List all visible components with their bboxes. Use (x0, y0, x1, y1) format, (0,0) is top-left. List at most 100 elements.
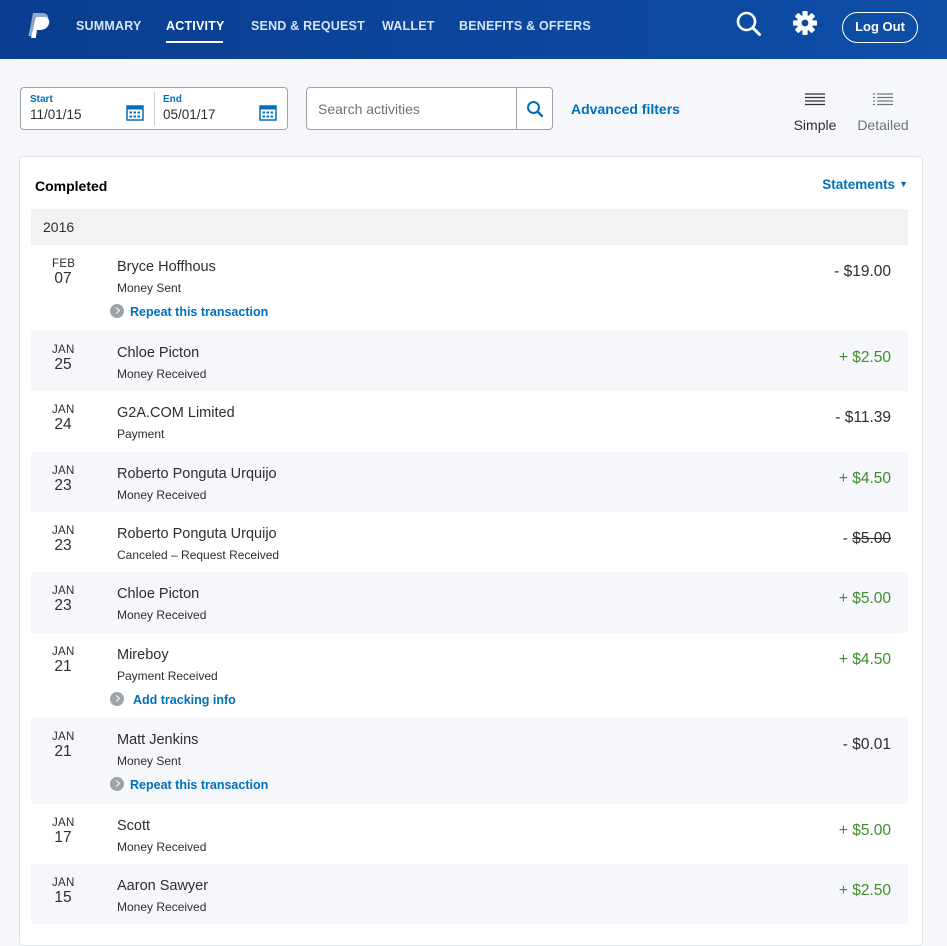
transaction-name: Chloe Picton (117, 586, 200, 602)
transaction-month: JAN (52, 646, 75, 658)
view-detailed-label: Detailed (857, 117, 909, 133)
transaction-type: Money Received (117, 840, 207, 854)
transaction-day: 23 (54, 477, 72, 494)
paypal-logo[interactable] (26, 12, 50, 40)
transaction-day: 21 (54, 658, 72, 675)
chevron-right-icon (110, 777, 124, 791)
transaction-day: 07 (54, 270, 72, 287)
transaction-amount: - $11.39 (835, 409, 891, 426)
transaction-type: Money Received (117, 900, 207, 914)
transaction-amount: + $5.00 (838, 590, 891, 607)
transaction-type: Money Sent (117, 754, 182, 768)
transaction-row[interactable]: JAN 21 Matt Jenkins Money Sent - $0.01 R… (31, 718, 908, 804)
transaction-type: Money Received (117, 488, 207, 502)
activity-card: Completed Statements ▼ 2016 FEB 07 Bryce … (19, 156, 923, 946)
transaction-month: JAN (52, 465, 75, 477)
view-simple-toggle[interactable]: Simple (792, 92, 838, 133)
statements-label: Statements (822, 177, 896, 192)
start-date-label: Start (30, 94, 53, 105)
list-icon (805, 93, 825, 106)
transaction-type: Money Received (117, 367, 207, 381)
transaction-type: Money Received (117, 608, 207, 622)
top-nav-bar: SUMMARY ACTIVITY SEND & REQUEST WALLET B… (0, 0, 947, 59)
transaction-name: Chloe Picton (117, 345, 200, 361)
action-label: Add tracking info (133, 693, 236, 707)
search-icon (527, 101, 544, 118)
transaction-day: 17 (54, 829, 72, 846)
transaction-row[interactable]: JAN 25 Chloe Picton Money Received + $2.… (31, 331, 908, 391)
repeat-transaction-link[interactable]: Repeat this transaction (110, 777, 268, 792)
nav-active-indicator (166, 41, 223, 43)
transaction-row[interactable]: JAN 15 Aaron Sawyer Money Received + $2.… (31, 864, 908, 924)
nav-wallet[interactable]: WALLET (382, 19, 435, 33)
transaction-day: 24 (54, 416, 72, 433)
transaction-month: JAN (52, 585, 75, 597)
transaction-amount: - $0.01 (842, 736, 891, 753)
statements-dropdown[interactable]: Statements ▼ (822, 177, 908, 192)
advanced-filters-link[interactable]: Advanced filters (571, 101, 680, 117)
nav-benefits-offers[interactable]: BENEFITS & OFFERS (459, 19, 591, 33)
repeat-transaction-link[interactable]: Repeat this transaction (110, 304, 268, 319)
transaction-amount: + $4.50 (838, 651, 891, 668)
transaction-name: Mireboy (117, 647, 169, 663)
search-button[interactable] (516, 88, 553, 129)
search-activities (306, 87, 553, 130)
transaction-day: 15 (54, 889, 72, 906)
end-date-field[interactable]: 05/01/17 (163, 107, 216, 122)
transaction-name: Roberto Ponguta Urquijo (117, 466, 277, 482)
transaction-name: Matt Jenkins (117, 732, 199, 748)
calendar-icon[interactable] (126, 104, 144, 121)
search-input[interactable] (307, 88, 516, 129)
transaction-name: Roberto Ponguta Urquijo (117, 526, 277, 542)
transaction-month: JAN (52, 817, 75, 829)
transaction-day: 23 (54, 537, 72, 554)
transaction-amount: - $19.00 (834, 263, 891, 280)
transaction-row[interactable]: JAN 23 Chloe Picton Money Received + $5.… (31, 572, 908, 633)
logout-button[interactable]: Log Out (842, 12, 918, 43)
date-range-picker: Start 11/01/15 End 05/01/17 (20, 87, 288, 130)
year-header: 2016 (31, 209, 908, 245)
nav-summary[interactable]: SUMMARY (76, 19, 142, 33)
date-divider (154, 92, 155, 126)
transaction-row[interactable]: JAN 24 G2A.COM Limited Payment - $11.39 (31, 391, 908, 452)
transaction-month: JAN (52, 731, 75, 743)
search-icon[interactable] (734, 9, 764, 39)
transaction-month: JAN (52, 404, 75, 416)
transaction-row[interactable]: JAN 17 Scott Money Received + $5.00 (31, 804, 908, 864)
transaction-month: JAN (52, 344, 75, 356)
calendar-icon[interactable] (259, 104, 277, 121)
transaction-name: Scott (117, 818, 151, 834)
chevron-right-icon (110, 692, 124, 706)
caret-down-icon: ▼ (899, 179, 908, 189)
detailed-list-icon (873, 93, 893, 106)
nav-activity[interactable]: ACTIVITY (166, 19, 225, 33)
transaction-type: Money Sent (117, 281, 182, 295)
add-tracking-link[interactable]: Add tracking info (110, 692, 236, 707)
transaction-name: Aaron Sawyer (117, 878, 209, 894)
gear-icon[interactable] (790, 9, 820, 39)
transaction-amount: - $5.00 (843, 530, 891, 548)
transaction-row[interactable]: JAN 23 Roberto Ponguta Urquijo Canceled … (31, 512, 908, 572)
transaction-day: 25 (54, 356, 72, 373)
view-simple-label: Simple (793, 117, 837, 133)
transaction-name: Bryce Hoffhous (117, 259, 216, 275)
nav-send-request[interactable]: SEND & REQUEST (251, 19, 365, 33)
transaction-type: Payment Received (117, 669, 218, 683)
action-label: Repeat this transaction (130, 305, 269, 319)
section-heading: Completed (35, 178, 108, 194)
transaction-day: 23 (54, 597, 72, 614)
start-date-field[interactable]: 11/01/15 (30, 107, 82, 122)
amount-sign: - (842, 530, 853, 547)
view-detailed-toggle[interactable]: Detailed (855, 92, 911, 133)
transaction-month: FEB (52, 258, 76, 270)
transaction-row[interactable]: JAN 23 Roberto Ponguta Urquijo Money Rec… (31, 452, 908, 512)
action-label: Repeat this transaction (130, 778, 269, 792)
year-label: 2016 (43, 219, 75, 235)
transaction-row[interactable]: FEB 07 Bryce Hoffhous Money Sent - $19.0… (31, 245, 908, 331)
transaction-type: Canceled – Request Received (117, 548, 280, 562)
transaction-type: Payment (117, 427, 165, 441)
transaction-amount: + $2.50 (838, 882, 891, 899)
transaction-row[interactable]: JAN 21 Mireboy Payment Received + $4.50 … (31, 633, 908, 718)
transaction-day: 21 (54, 743, 72, 760)
transaction-amount: + $5.00 (838, 822, 891, 839)
